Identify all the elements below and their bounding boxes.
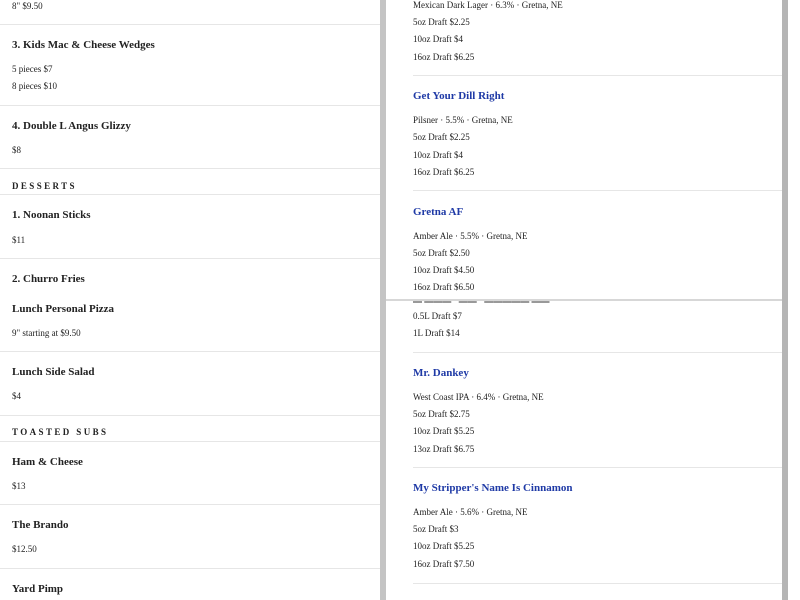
- liter-one-draft: 1L Draft $14: [413, 328, 460, 338]
- lunch-personal-pizza-price: 9" starting at $9.50: [12, 328, 81, 338]
- churro-fries-title[interactable]: 2. Churro Fries: [12, 273, 85, 285]
- mexican-lager-16oz: 16oz Draft $6.25: [413, 52, 475, 62]
- ham-cheese-title[interactable]: Ham & Cheese: [12, 456, 83, 468]
- right-scrollbar[interactable]: [782, 0, 788, 600]
- kids-mac-option-8: 8 pieces $10: [12, 81, 57, 91]
- divider: [413, 75, 782, 76]
- gretna-af-16oz: 16oz Draft $6.50: [413, 282, 475, 292]
- mr-dankey-13oz: 13oz Draft $6.75: [413, 444, 475, 454]
- mexican-lager-desc: Mexican Dark Lager · 6.3% · Gretna, NE: [413, 0, 563, 10]
- liter-half-draft: 0.5L Draft $7: [413, 311, 462, 321]
- divider: [0, 568, 380, 569]
- kids-mac-title[interactable]: 3. Kids Mac & Cheese Wedges: [12, 39, 155, 51]
- gretna-af-desc: Amber Ale · 5.5% · Gretna, NE: [413, 231, 528, 241]
- divider: [413, 467, 782, 468]
- gretna-af-10oz: 10oz Draft $4.50: [413, 265, 475, 275]
- dill-right-5oz: 5oz Draft $2.25: [413, 132, 470, 142]
- clipped-text-fragment: ▬ ▬▬▬ · ▬▬ · ▬▬▬▬▬ ▬▬: [413, 301, 550, 305]
- divider: [0, 168, 380, 169]
- divider: [413, 583, 782, 584]
- divider: [0, 105, 380, 106]
- double-glizzy-price: $8: [12, 145, 21, 155]
- the-brando-price: $12.50: [12, 544, 37, 554]
- mr-dankey-desc: West Coast IPA · 6.4% · Gretna, NE: [413, 392, 544, 402]
- dill-right-10oz: 10oz Draft $4: [413, 150, 463, 160]
- desserts-header: DESSERTS: [12, 181, 77, 191]
- right-top-pane: Mexican Dark Lager · 6.3% · Gretna, NE 5…: [386, 0, 782, 300]
- lunch-side-salad-title[interactable]: Lunch Side Salad: [12, 366, 95, 378]
- left-top-pane: 8" $9.50 3. Kids Mac & Cheese Wedges 5 p…: [0, 0, 380, 300]
- yard-pimp-title[interactable]: Yard Pimp: [12, 583, 63, 595]
- divider: [0, 351, 380, 352]
- mr-dankey-title[interactable]: Mr. Dankey: [413, 367, 469, 379]
- dill-right-title[interactable]: Get Your Dill Right: [413, 90, 504, 102]
- pizza-price-line: 8" $9.50: [12, 1, 43, 11]
- mexican-lager-5oz: 5oz Draft $2.25: [413, 17, 470, 27]
- dill-right-16oz: 16oz Draft $6.25: [413, 167, 475, 177]
- cinnamon-10oz: 10oz Draft $5.25: [413, 541, 475, 551]
- the-brando-title[interactable]: The Brando: [12, 519, 69, 531]
- horizontal-split-divider[interactable]: [386, 299, 782, 301]
- divider: [0, 415, 380, 416]
- noonan-sticks-price: $11: [12, 235, 26, 245]
- mexican-lager-10oz: 10oz Draft $4: [413, 34, 463, 44]
- ham-cheese-price: $13: [12, 481, 26, 491]
- divider: [0, 441, 380, 442]
- noonan-sticks-title[interactable]: 1. Noonan Sticks: [12, 209, 91, 221]
- divider: [413, 352, 782, 353]
- gretna-af-5oz: 5oz Draft $2.50: [413, 248, 470, 258]
- cinnamon-16oz: 16oz Draft $7.50: [413, 559, 475, 569]
- lunch-side-salad-price: $4: [12, 391, 21, 401]
- cinnamon-5oz: 5oz Draft $3: [413, 524, 459, 534]
- cinnamon-desc: Amber Ale · 5.6% · Gretna, NE: [413, 507, 528, 517]
- divider: [0, 504, 380, 505]
- divider: [0, 258, 380, 259]
- divider: [413, 190, 782, 191]
- mr-dankey-5oz: 5oz Draft $2.75: [413, 409, 470, 419]
- dill-right-desc: Pilsner · 5.5% · Gretna, NE: [413, 115, 513, 125]
- right-bottom-pane: ▬ ▬▬▬ · ▬▬ · ▬▬▬▬▬ ▬▬ 0.5L Draft $7 1L D…: [386, 301, 782, 600]
- left-bottom-pane: Lunch Personal Pizza 9" starting at $9.5…: [0, 300, 380, 600]
- divider: [0, 24, 380, 25]
- cinnamon-title[interactable]: My Stripper's Name Is Cinnamon: [413, 482, 573, 494]
- mr-dankey-10oz: 10oz Draft $5.25: [413, 426, 475, 436]
- divider: [0, 194, 380, 195]
- gretna-af-title[interactable]: Gretna AF: [413, 206, 463, 218]
- lunch-personal-pizza-title[interactable]: Lunch Personal Pizza: [12, 303, 114, 315]
- kids-mac-option-5: 5 pieces $7: [12, 64, 53, 74]
- toasted-subs-header: TOASTED SUBS: [12, 427, 109, 437]
- double-glizzy-title[interactable]: 4. Double L Angus Glizzy: [12, 120, 131, 132]
